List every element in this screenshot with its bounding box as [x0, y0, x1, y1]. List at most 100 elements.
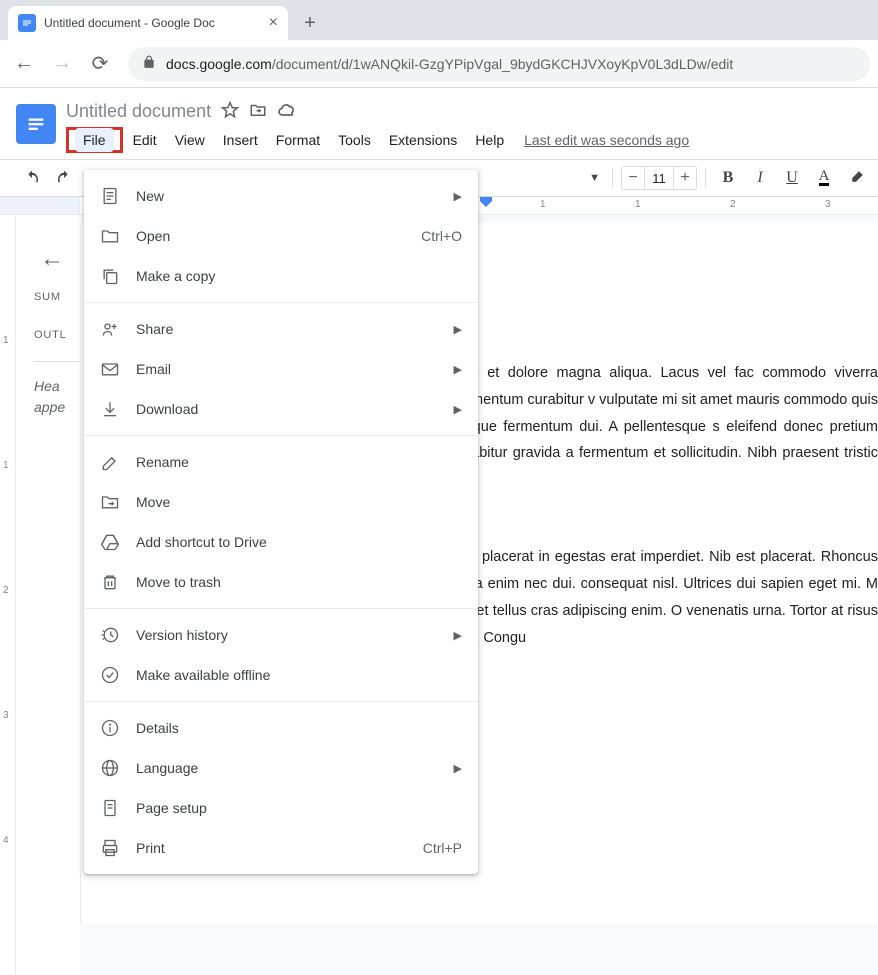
menu-item-make-a-copy[interactable]: Make a copy	[84, 256, 478, 296]
move-icon	[100, 492, 120, 512]
menu-item-move-to-trash[interactable]: Move to trash	[84, 562, 478, 602]
menu-label: Share	[136, 321, 438, 337]
browser-tab[interactable]: Untitled document - Google Doc ×	[8, 6, 288, 40]
menu-label: Open	[136, 228, 405, 244]
submenu-arrow-icon: ▶	[454, 403, 462, 416]
cloud-status-icon[interactable]	[277, 100, 297, 123]
menu-item-page-setup[interactable]: Page setup	[84, 788, 478, 828]
menu-label: Move	[136, 494, 462, 510]
new-tab-button[interactable]: +	[296, 9, 324, 37]
email-icon	[100, 359, 120, 379]
menu-label: Move to trash	[136, 574, 462, 590]
star-icon[interactable]	[221, 101, 239, 122]
outline-hint: Hea appe	[34, 361, 80, 418]
menu-help[interactable]: Help	[467, 128, 512, 152]
tab-close-icon[interactable]: ×	[269, 14, 278, 32]
highlight-button[interactable]	[842, 164, 870, 192]
text-color-button[interactable]: A	[810, 164, 838, 192]
menu-item-language[interactable]: Language ▶	[84, 748, 478, 788]
menu-item-make-available-offline[interactable]: Make available offline	[84, 655, 478, 695]
menu-insert[interactable]: Insert	[215, 128, 266, 152]
move-to-folder-icon[interactable]	[249, 101, 267, 122]
docs-logo-icon[interactable]	[16, 104, 56, 144]
menu-label: Email	[136, 361, 438, 377]
forward-button[interactable]: →	[46, 48, 78, 80]
menu-item-new[interactable]: New ▶	[84, 176, 478, 216]
file-menu-dropdown: New▶OpenCtrl+OMake a copyShare▶Email▶Dow…	[84, 170, 478, 874]
menu-label: Make a copy	[136, 268, 462, 284]
menu-file[interactable]: File	[75, 128, 114, 152]
menu-item-move[interactable]: Move	[84, 482, 478, 522]
undo-button[interactable]	[18, 164, 46, 192]
outline-panel: ← SUM OUTL Hea appe	[16, 215, 80, 975]
menu-item-share[interactable]: Share ▶	[84, 309, 478, 349]
submenu-arrow-icon: ▶	[454, 762, 462, 775]
outline-summary-heading: SUM	[34, 291, 80, 303]
menu-label: Rename	[136, 454, 462, 470]
tab-title: Untitled document - Google Doc	[44, 16, 261, 30]
menu-label: Make available offline	[136, 667, 462, 683]
font-family-dropdown[interactable]: ▼	[581, 165, 604, 191]
italic-button[interactable]: I	[746, 164, 774, 192]
menu-divider	[84, 608, 478, 609]
menu-label: Add shortcut to Drive	[136, 534, 462, 550]
drive-icon	[100, 532, 120, 552]
download-icon	[100, 399, 120, 419]
font-size-increase[interactable]: +	[674, 169, 696, 187]
rename-icon	[100, 452, 120, 472]
menu-label: Download	[136, 401, 438, 417]
underline-button[interactable]: U	[778, 164, 806, 192]
menu-label: Details	[136, 720, 462, 736]
font-size-value[interactable]: 11	[644, 167, 674, 189]
globe-icon	[100, 758, 120, 778]
lock-icon	[142, 55, 156, 72]
history-icon	[100, 625, 120, 645]
last-edit-link[interactable]: Last edit was seconds ago	[524, 132, 689, 148]
menu-item-version-history[interactable]: Version history ▶	[84, 615, 478, 655]
submenu-arrow-icon: ▶	[454, 629, 462, 642]
bold-button[interactable]: B	[714, 164, 742, 192]
trash-icon	[100, 572, 120, 592]
menu-item-details[interactable]: Details	[84, 708, 478, 748]
print-icon	[100, 838, 120, 858]
menu-label: New	[136, 188, 438, 204]
docs-favicon-icon	[18, 14, 36, 32]
document-title[interactable]: Untitled document	[66, 101, 211, 122]
indent-marker-icon[interactable]	[480, 197, 492, 214]
page-icon	[100, 798, 120, 818]
submenu-arrow-icon: ▶	[454, 323, 462, 336]
menu-label: Language	[136, 760, 438, 776]
address-bar[interactable]: docs.google.com/document/d/1wANQkil-GzgY…	[128, 47, 870, 81]
menu-divider	[84, 435, 478, 436]
outline-back-button[interactable]: ←	[34, 245, 80, 273]
menubar: File Edit View Insert Format Tools Exten…	[66, 125, 870, 159]
share-icon	[100, 319, 120, 339]
reload-button[interactable]: ⟳	[84, 48, 116, 80]
folder-icon	[100, 226, 120, 246]
menu-item-email[interactable]: Email▶	[84, 349, 478, 389]
menu-item-print[interactable]: PrintCtrl+P	[84, 828, 478, 868]
back-button[interactable]: ←	[8, 48, 40, 80]
menu-label: Page setup	[136, 800, 462, 816]
menu-view[interactable]: View	[167, 128, 213, 152]
menu-divider	[84, 701, 478, 702]
menu-extensions[interactable]: Extensions	[381, 128, 465, 152]
menu-shortcut: Ctrl+P	[423, 840, 462, 856]
menu-item-open[interactable]: Open Ctrl+O	[84, 216, 478, 256]
menu-label: Version history	[136, 627, 438, 643]
url-text: docs.google.com/document/d/1wANQkil-GzgY…	[166, 56, 733, 72]
menu-file-highlight: File	[66, 127, 123, 153]
docs-header: Untitled document File Edit View Insert …	[0, 88, 878, 159]
menu-item-rename[interactable]: Rename	[84, 442, 478, 482]
menu-shortcut: Ctrl+O	[421, 228, 462, 244]
menu-format[interactable]: Format	[268, 128, 328, 152]
vertical-ruler[interactable]: 1 1 2 3 4	[0, 215, 16, 975]
menu-item-download[interactable]: Download ▶	[84, 389, 478, 429]
menu-item-add-shortcut-to-drive[interactable]: Add shortcut to Drive	[84, 522, 478, 562]
submenu-arrow-icon: ▶	[454, 190, 462, 203]
redo-button[interactable]	[50, 164, 78, 192]
menu-edit[interactable]: Edit	[125, 128, 165, 152]
font-size-decrease[interactable]: −	[622, 169, 644, 187]
browser-toolbar: ← → ⟳ docs.google.com/document/d/1wANQki…	[0, 40, 878, 88]
menu-tools[interactable]: Tools	[330, 128, 379, 152]
